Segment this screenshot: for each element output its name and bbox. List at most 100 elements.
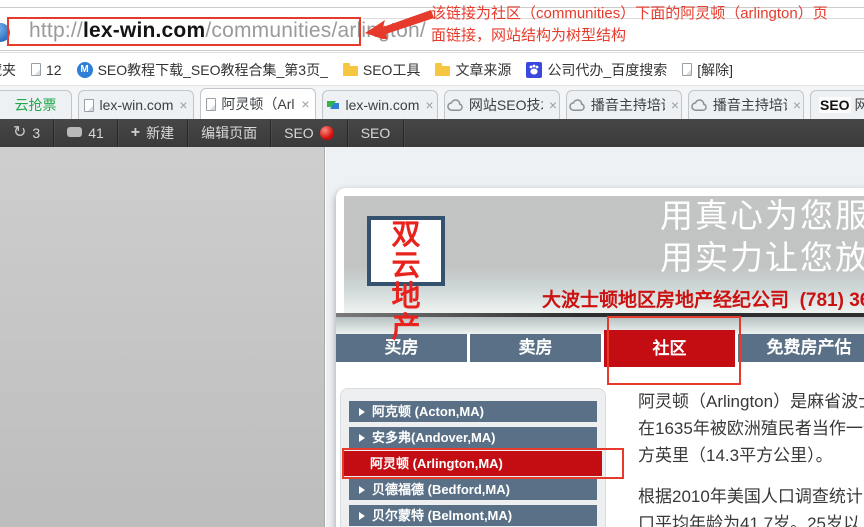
bookmark-item[interactable]: 文章来源 (435, 60, 511, 80)
bookmarks-bar: 藏夹 12 M SEO教程下载_SEO教程合集_第3页_ SEO工具 文章来源公司代办_百… (0, 54, 864, 86)
sidebar-item-label: 贝尔蒙特 (Belmont,MA) (372, 505, 512, 526)
tab-title: SEO 网站 (819, 95, 864, 115)
left-gray-panel (0, 147, 325, 527)
browser-tab[interactable]: 阿灵顿（Arli × (200, 88, 316, 119)
slogan-line1: 用真心为您服 (660, 196, 864, 238)
url-domain: lex-win.com (83, 19, 205, 42)
browser-tab[interactable]: 网站SEO技术 × (444, 90, 560, 119)
nav-item[interactable]: 社区 (604, 330, 735, 367)
sidebar-item-label: 贝德福德 (Bedford,MA) (372, 479, 510, 500)
page-icon (31, 63, 41, 76)
chevron-right-icon (359, 486, 365, 494)
toolbar-seo-button[interactable]: SEO (271, 119, 348, 147)
cloud-icon (691, 99, 708, 112)
sidebar-item-label: 阿灵顿 (Arlington,MA) (370, 451, 503, 476)
toolbar-edit-page-button[interactable]: 编辑页面 (188, 119, 271, 147)
seo2-label: SEO (361, 125, 391, 141)
tab-close-icon[interactable]: × (549, 97, 557, 113)
browser-tab[interactable]: 播音主持培训 × (688, 90, 804, 119)
site-logo[interactable]: 双云 地产 (367, 216, 445, 286)
page-content-area: 双云 地产 用真心为您服 用实力让您放 大波士顿地区房地产经纪公司 (781) … (0, 147, 864, 527)
bookmark-item[interactable]: 公司代办_百度搜索 (526, 60, 667, 80)
site-slogan: 用真心为您服 用实力让您放 (660, 196, 864, 280)
edit-page-label: 编辑页面 (201, 123, 257, 143)
browser-logo-icon (326, 98, 340, 112)
bookmark-item[interactable]: SEO工具 (343, 60, 421, 80)
bookmark-item[interactable]: M SEO教程下载_SEO教程合集_第3页_ (77, 60, 328, 80)
m-badge-icon: M (77, 62, 93, 78)
bookmark-label: 文章来源 (455, 60, 511, 80)
chevron-right-icon (359, 512, 365, 520)
admin-toolbar: ↻ 3 41 + 新建 编辑页面 SEO SEO (0, 119, 864, 147)
cloud-icon (447, 99, 464, 112)
article-line: 口平均年龄为41.7岁。25岁以上的阿 (638, 510, 864, 527)
sidebar-community-item[interactable]: 阿克顿 (Acton,MA) (349, 401, 597, 422)
tab-title: 播音主持培训 (713, 95, 787, 115)
article-line: 阿灵顿（Arlington）是麻省波士顿郊区 (638, 388, 864, 415)
logo-line1: 双云 (376, 220, 441, 282)
main-row: 阿克顿 (Acton,MA) 安多弗(Andover,MA) 阿灵顿 (Arling… (344, 388, 864, 527)
browser-tab[interactable]: lex-win.com× (322, 90, 438, 119)
bookmark-label: SEO教程下载_SEO教程合集_第3页_ (98, 60, 328, 80)
tab-close-icon[interactable]: × (671, 97, 679, 113)
refresh-icon: ↻ (13, 125, 26, 141)
bookmark-item[interactable]: [解除] (682, 60, 733, 80)
annotation-note-line1: 该链接为社区（communities）下面的阿灵顿（arlington）页 (431, 3, 828, 25)
community-sidebar: 阿克顿 (Acton,MA) 安多弗(Andover,MA) 阿灵顿 (Arling… (340, 388, 606, 527)
tab-close-icon[interactable]: × (793, 97, 801, 113)
sidebar-item-label: 阿克顿 (Acton,MA) (372, 401, 484, 422)
bookmark-item[interactable]: 藏夹 (0, 60, 16, 80)
plus-icon: + (131, 124, 140, 142)
toolbar-comments-button[interactable]: 41 (54, 119, 118, 147)
url-protocol: http:// (29, 19, 83, 42)
bookmark-item[interactable]: 12 (31, 62, 62, 78)
tab-title: 播音主持培训 (591, 95, 665, 115)
cloud-icon (569, 99, 586, 112)
sidebar-community-item[interactable]: 安多弗(Andover,MA) (349, 427, 597, 448)
toolbar-updates-button[interactable]: ↻ 3 (0, 119, 54, 147)
tab-bar: 云抢票lex-win.com×阿灵顿（Arli×lex-win.com×网站SE… (0, 86, 864, 119)
browser-tab[interactable]: lex-win.com× (78, 90, 194, 119)
phone-number: (781) 367-85 (800, 290, 864, 311)
article-paragraph: 阿灵顿（Arlington）是麻省波士顿郊区在1635年被欧洲殖民者当作一个村庄… (638, 388, 864, 469)
tab-title: 云抢票 (15, 95, 57, 115)
nav-item[interactable]: 卖房 (470, 334, 601, 362)
browser-tab[interactable]: SEO 网站 (810, 90, 864, 119)
page-icon (84, 99, 94, 112)
page-icon (682, 63, 692, 76)
tab-title: 阿灵顿（Arli (221, 94, 295, 114)
tab-title: 网站SEO技术 (469, 95, 543, 115)
comments-count: 41 (88, 125, 104, 141)
folder-icon (435, 63, 450, 76)
sidebar-community-item[interactable]: 贝尔蒙特 (Belmont,MA) (349, 505, 597, 526)
annotation-note: 该链接为社区（communities）下面的阿灵顿（arlington）页 面链… (431, 3, 828, 47)
toolbar-seo2-button[interactable]: SEO (348, 119, 405, 147)
sidebar-community-item[interactable]: 贝德福德 (Bedford,MA) (349, 479, 597, 500)
company-name: 大波士顿地区房地产经纪公司 (542, 290, 789, 311)
seo-label: SEO (284, 125, 314, 141)
tab-close-icon[interactable]: × (301, 96, 309, 112)
page-icon (206, 98, 216, 111)
seo-notification-dot (320, 126, 334, 140)
annotation-note-line2: 面链接，网站结构为树型结构 (431, 25, 828, 47)
new-label: 新建 (146, 123, 174, 143)
annotation-arrow-icon (363, 7, 435, 39)
logo-line2: 地产 (376, 282, 441, 344)
tab-close-icon[interactable]: × (425, 97, 433, 113)
browser-tab[interactable]: 播音主持培训 × (566, 90, 682, 119)
bookmark-label: 12 (46, 62, 62, 78)
sidebar-community-item[interactable]: 阿灵顿 (Arlington,MA) (344, 451, 602, 476)
browser-tab[interactable]: 云抢票 (0, 90, 72, 119)
updates-count: 3 (32, 125, 40, 141)
company-phone-line: 大波士顿地区房地产经纪公司 (781) 367-85 (542, 285, 864, 312)
tab-close-icon[interactable]: × (179, 97, 187, 113)
toolbar-new-button[interactable]: + 新建 (118, 119, 188, 147)
site-header-banner: 双云 地产 用真心为您服 用实力让您放 大波士顿地区房地产经纪公司 (781) … (344, 196, 864, 313)
nav-item[interactable]: 免费房产估 (738, 334, 864, 362)
bookmark-label: 藏夹 (0, 60, 16, 80)
comment-icon (67, 127, 82, 137)
chevron-right-icon (359, 434, 365, 442)
screenshot-root: { "annotation": { "line1": "该链接为社区（commu… (0, 0, 864, 527)
article-line: 方英里（14.3平方公里）。 (638, 442, 864, 469)
site-content-card: 双云 地产 用真心为您服 用实力让您放 大波士顿地区房地产经纪公司 (781) … (336, 188, 864, 527)
